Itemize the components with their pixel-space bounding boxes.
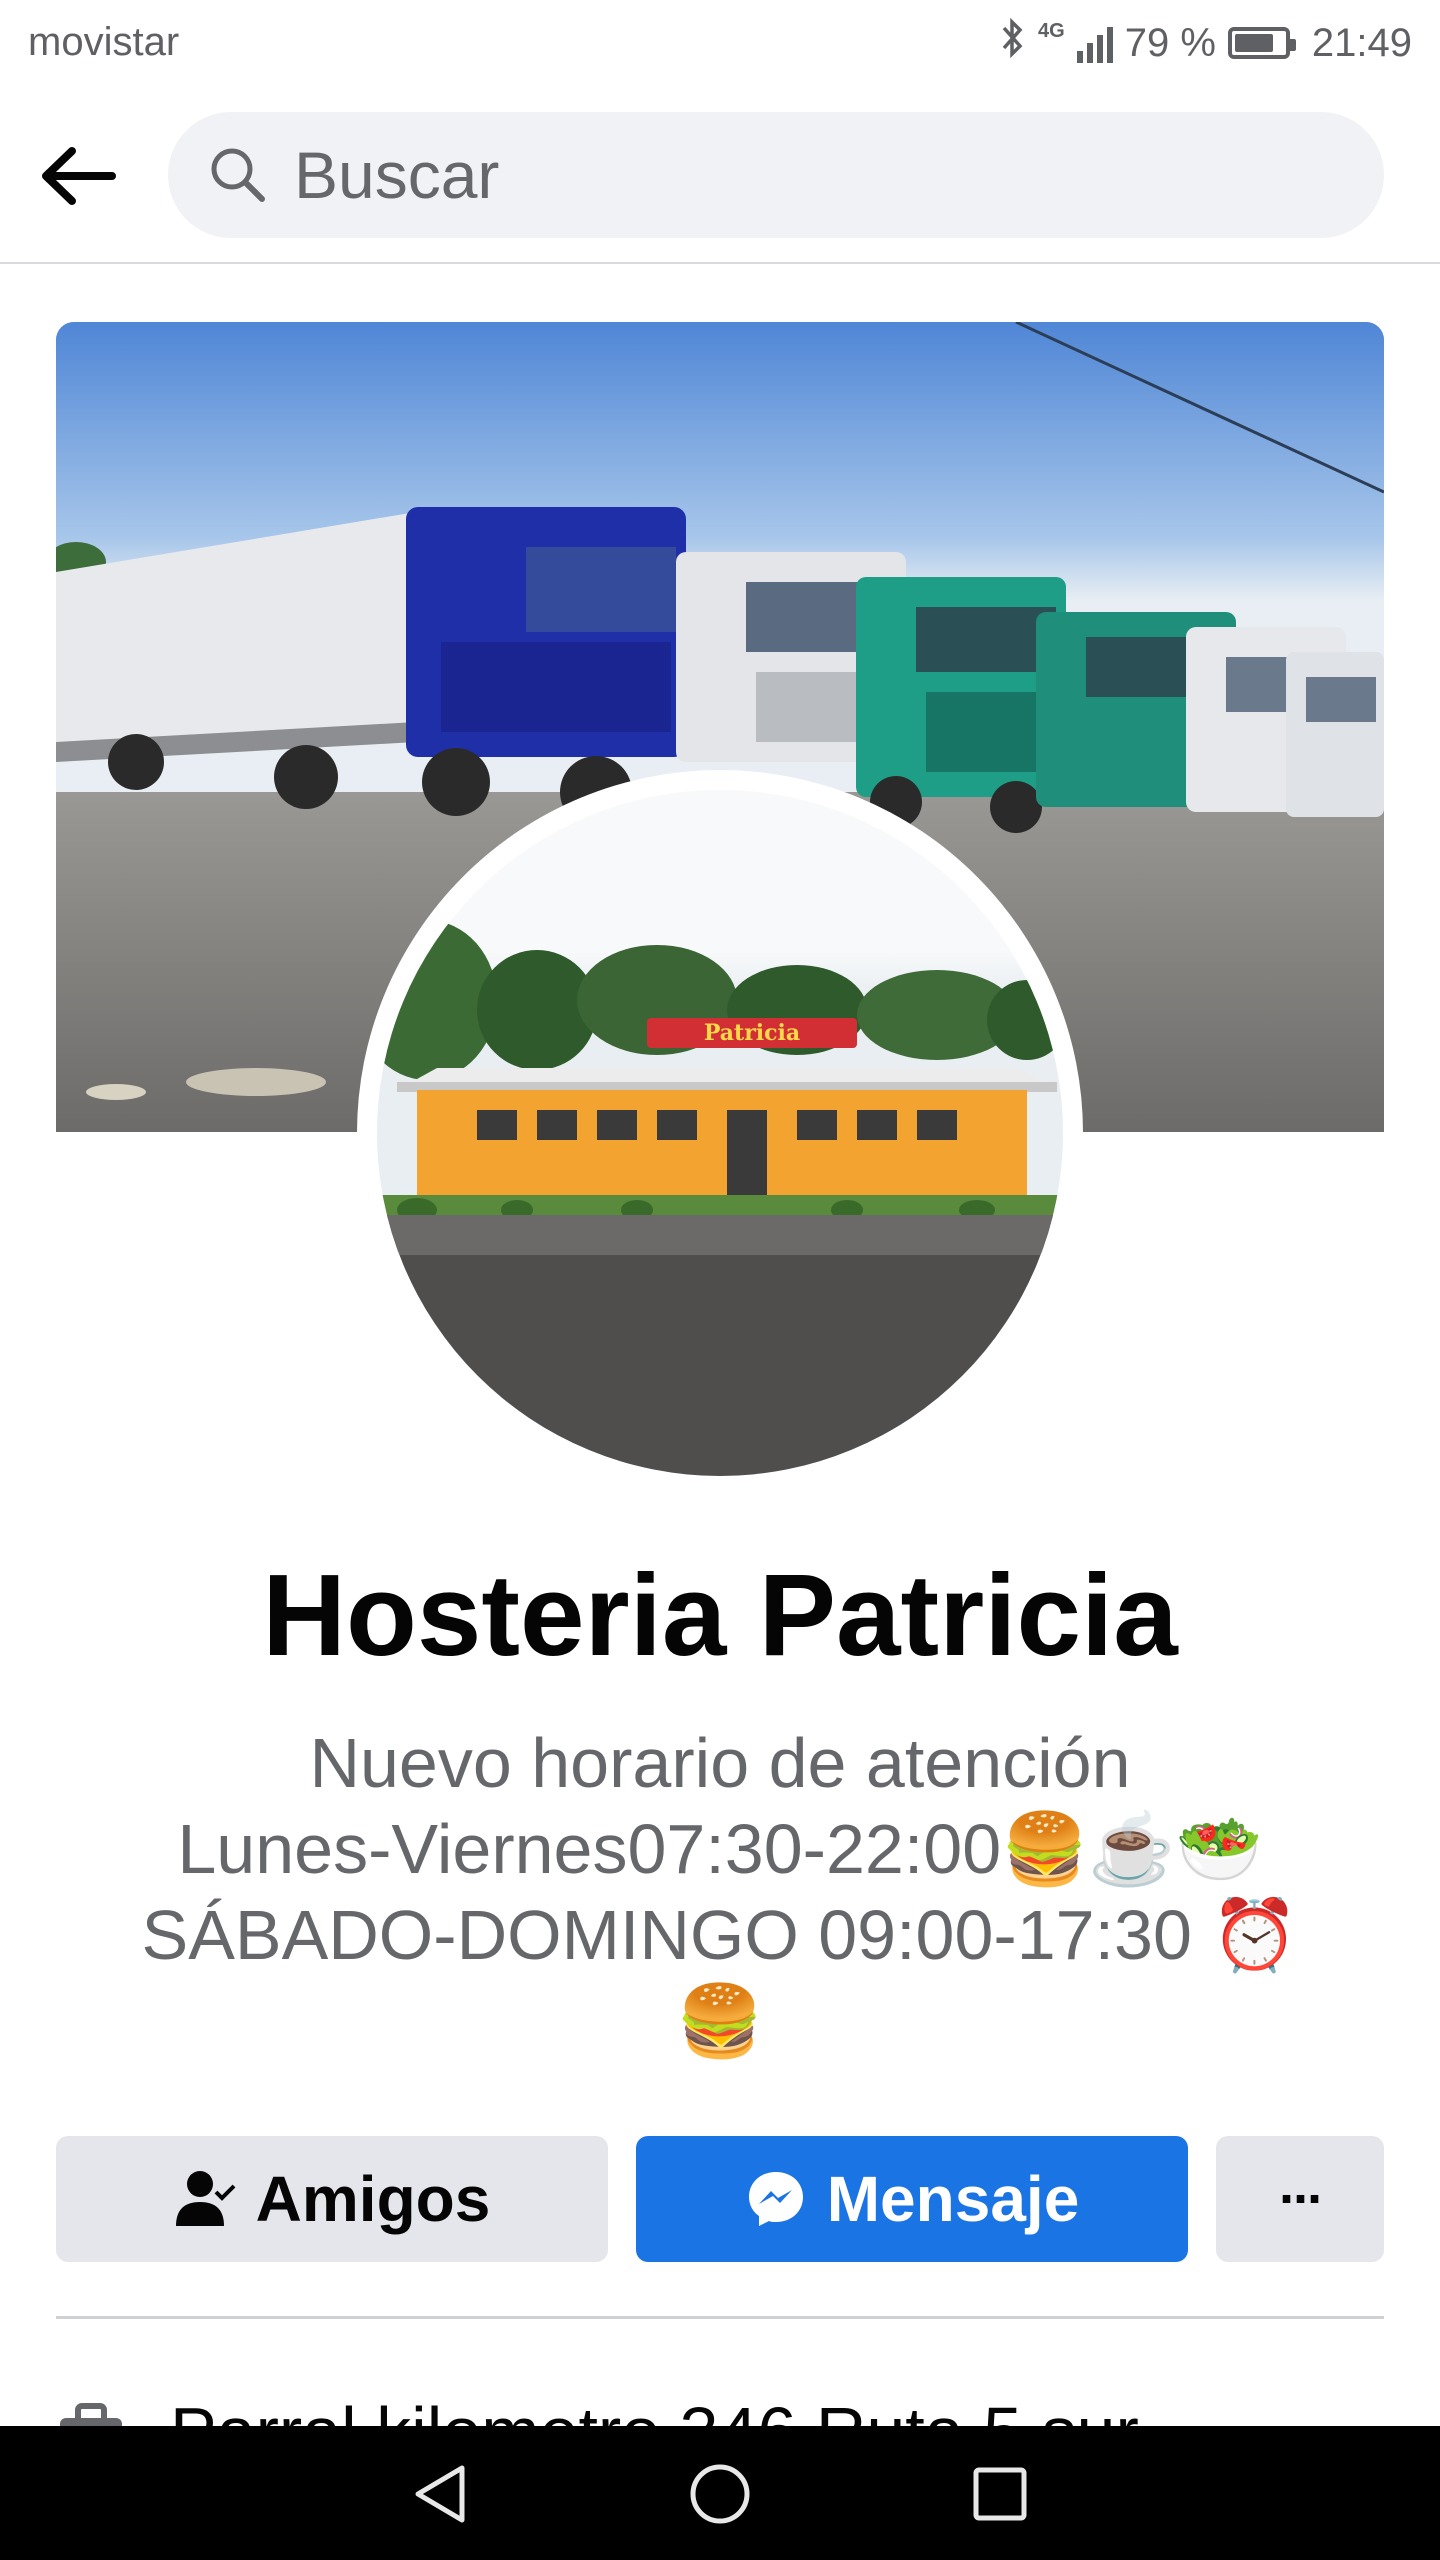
status-bar: movistar 4G 79 % 21:49 xyxy=(0,0,1440,86)
sign-text: Patricia xyxy=(704,1020,800,1046)
nav-home-button[interactable] xyxy=(670,2454,770,2534)
nav-home-icon xyxy=(690,2464,750,2524)
network-type: 4G xyxy=(1038,20,1065,42)
profile-bio: Nuevo horario de atención Lunes-Viernes0… xyxy=(100,1720,1340,2064)
signal-icon xyxy=(1076,23,1113,63)
bluetooth-icon xyxy=(998,17,1026,68)
nav-back-button[interactable] xyxy=(390,2454,490,2534)
friends-button-label: Amigos xyxy=(255,2163,491,2235)
divider xyxy=(56,2316,1384,2319)
avatar-image: Patricia xyxy=(377,790,1063,1476)
bio-line: Nuevo horario de atención xyxy=(309,1724,1131,1802)
bio-line: 🍔 xyxy=(676,1982,764,2060)
more-button[interactable]: ··· xyxy=(1216,2136,1384,2262)
profile-avatar[interactable]: Patricia xyxy=(377,790,1063,1476)
nav-back-icon xyxy=(415,2465,465,2523)
bio-line: Lunes-Viernes07:30-22:00🍔☕🥗 xyxy=(177,1810,1263,1888)
search-placeholder: Buscar xyxy=(294,138,500,212)
carrier-label: movistar xyxy=(28,20,180,64)
message-button[interactable]: Mensaje xyxy=(636,2136,1188,2262)
friends-check-icon xyxy=(174,2168,236,2230)
status-icons: 4G 79 % 21:49 xyxy=(998,17,1412,68)
bio-line: SÁBADO-DOMINGO 09:00-17:30 ⏰ xyxy=(141,1896,1299,1974)
back-button[interactable] xyxy=(36,136,120,216)
page-title: Hosteria Patricia xyxy=(262,1550,1178,1680)
nav-recent-button[interactable] xyxy=(950,2454,1050,2534)
search-header: Buscar xyxy=(0,86,1440,264)
message-button-label: Mensaje xyxy=(826,2163,1080,2235)
nav-recent-icon xyxy=(973,2467,1027,2521)
battery-percent: 79 % xyxy=(1124,20,1216,65)
battery-icon xyxy=(1227,27,1296,59)
more-icon: ··· xyxy=(1279,2169,1325,2229)
messenger-icon xyxy=(745,2168,807,2230)
back-arrow-icon xyxy=(42,147,116,205)
system-nav-bar xyxy=(0,2426,1440,2560)
clock: 21:49 xyxy=(1311,20,1412,65)
friends-button[interactable]: Amigos xyxy=(56,2136,608,2262)
battery-fill xyxy=(1234,34,1273,52)
search-icon xyxy=(211,148,265,202)
search-input[interactable]: Buscar xyxy=(168,112,1384,238)
